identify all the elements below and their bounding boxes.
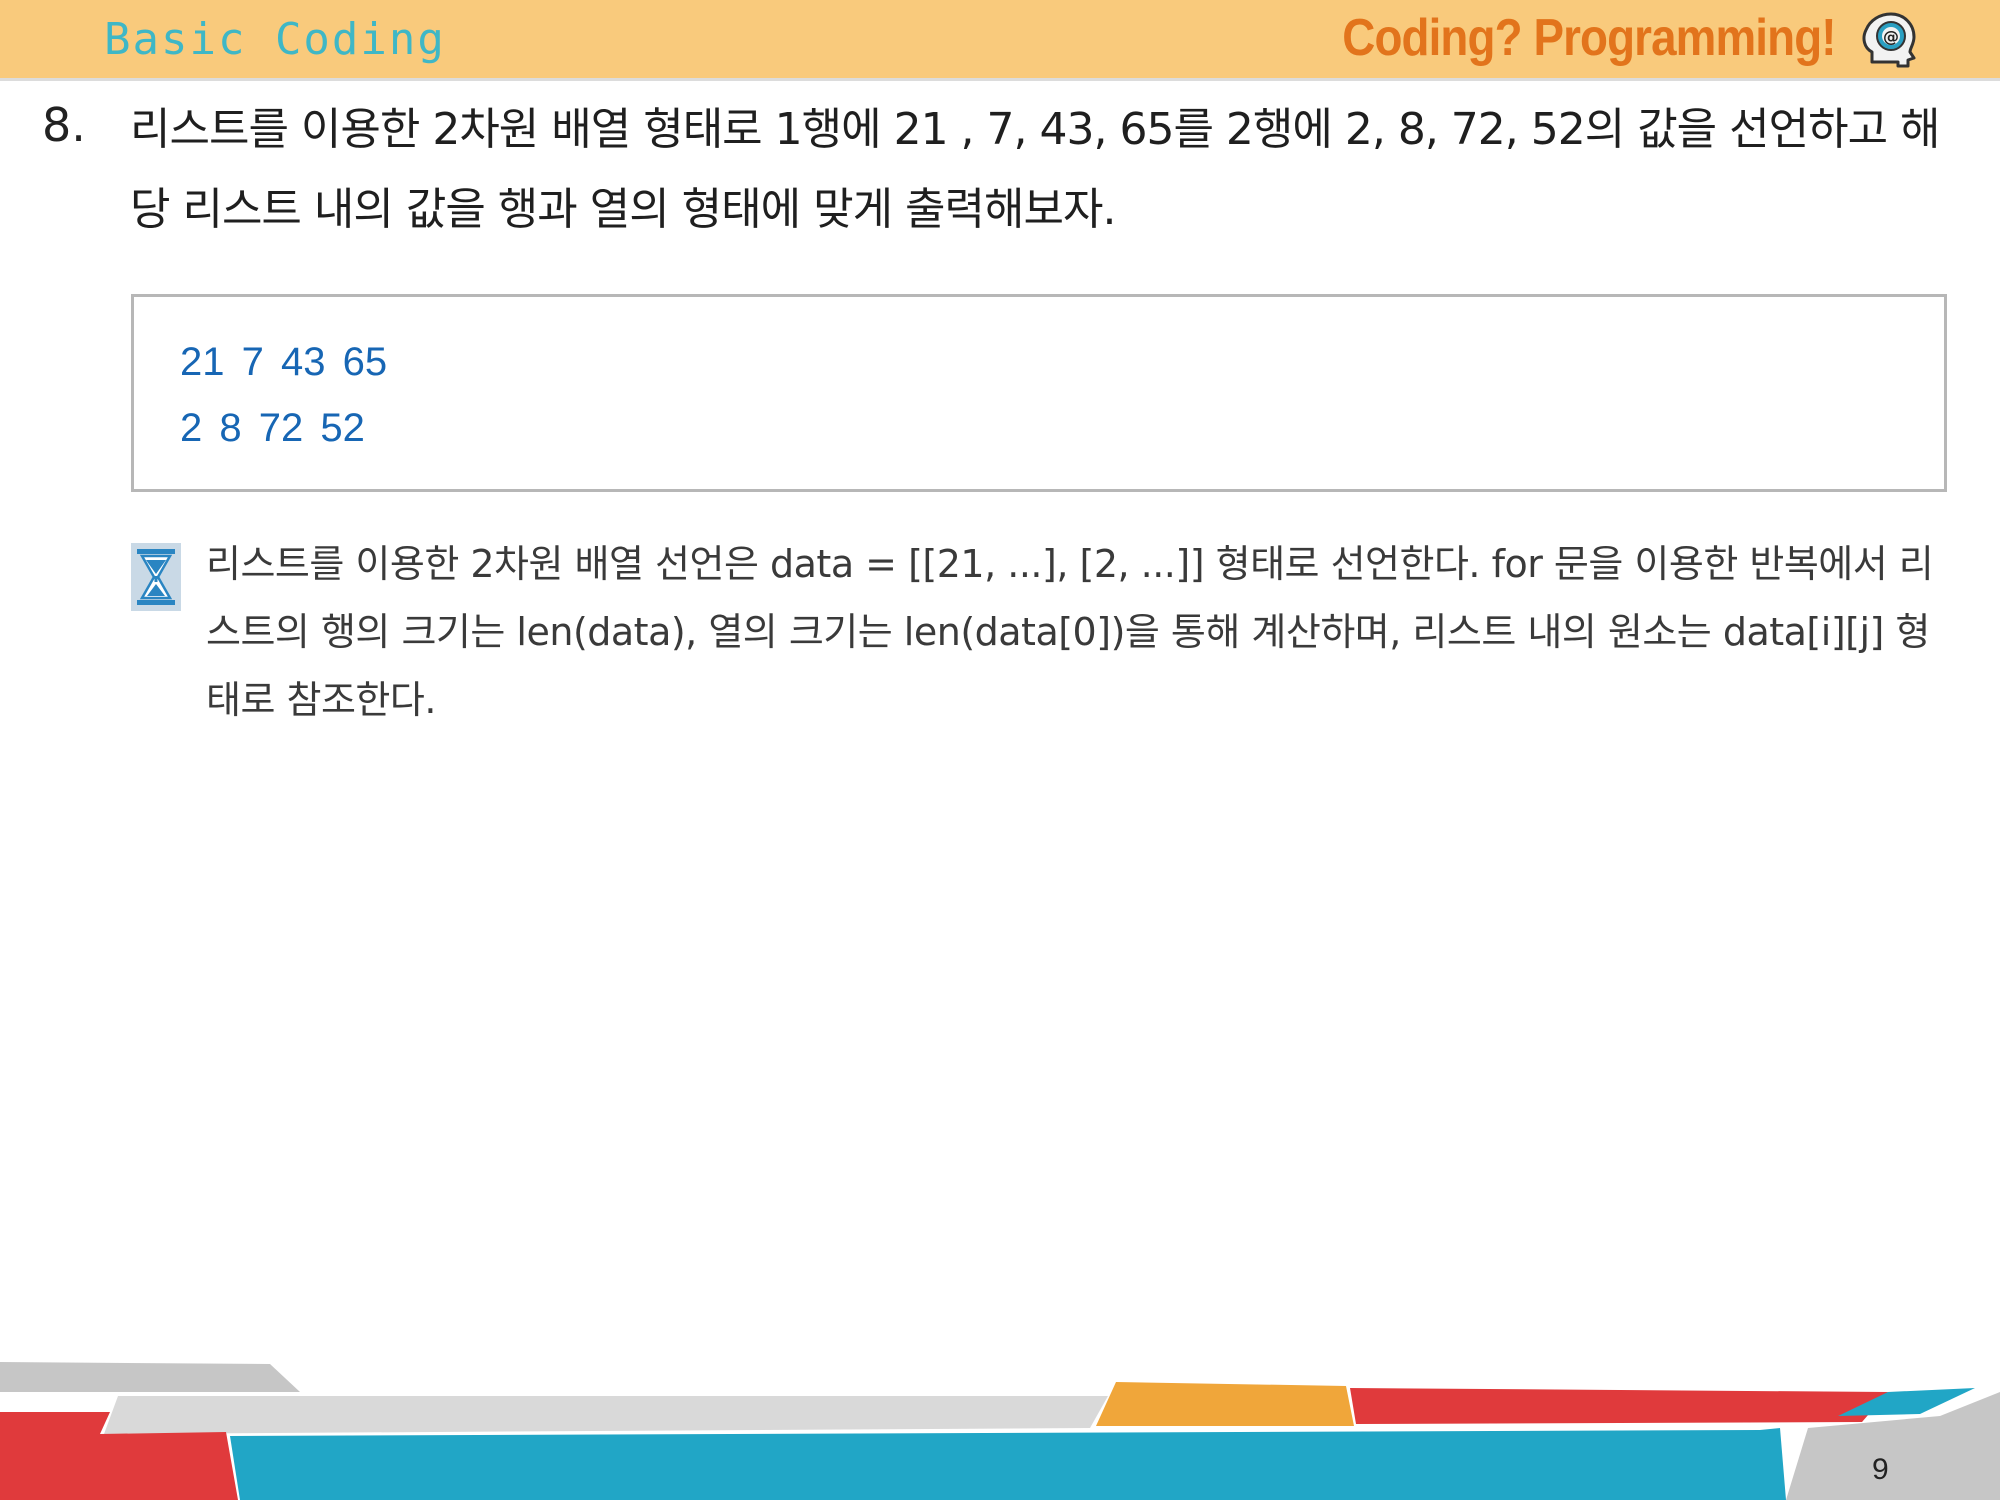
svg-text:@: @ — [1883, 27, 1899, 46]
hint-text: 리스트를 이용한 2차원 배열 선언은 data = [[21, ...], [… — [206, 542, 1934, 722]
page-number: 9 — [1872, 1453, 1889, 1486]
question-text: 리스트를 이용한 2차원 배열 형태로 1행에 21 , 7, 43, 65를 … — [130, 104, 1941, 235]
footer-decoration — [0, 1362, 2000, 1500]
output-line-1: 21 7 43 65 — [180, 340, 388, 384]
footer-red-right — [1350, 1388, 1888, 1424]
footer-gray-strip-left — [0, 1362, 300, 1392]
header-divider — [0, 78, 2000, 81]
footer-orange-block — [1096, 1382, 1354, 1426]
hourglass-icon — [131, 543, 181, 611]
footer-teal-band — [230, 1428, 1786, 1500]
question-number: 8. — [42, 98, 86, 152]
header-left-title: Basic Coding — [104, 14, 446, 65]
head-at-icon: @ — [1862, 12, 1916, 68]
output-example-box: 21 7 43 65 2 8 72 52 — [131, 294, 1947, 492]
output-line-2: 2 8 72 52 — [180, 406, 365, 450]
header-brand-title: Coding? Programming! — [1342, 9, 1837, 67]
footer-gray-strip — [104, 1396, 1108, 1434]
